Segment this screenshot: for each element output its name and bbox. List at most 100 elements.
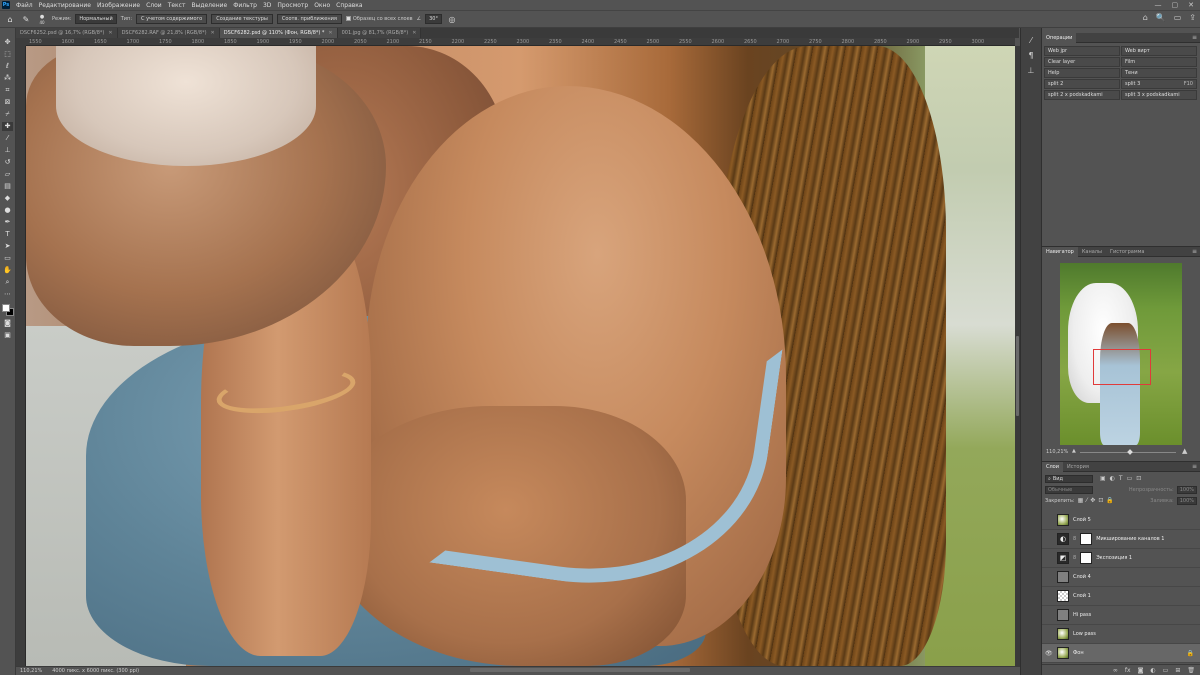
path-selection-tool-icon[interactable]: ➤ (2, 242, 13, 251)
angle-input[interactable]: 30° (425, 14, 442, 24)
layer-thumbnail[interactable]: ◐ (1057, 533, 1069, 545)
tab-histogram[interactable]: Гистограмма (1106, 249, 1149, 255)
move-tool-icon[interactable]: ✥ (2, 38, 13, 47)
layer-row[interactable]: ◐ 8 Микширование каналов 1 (1042, 530, 1200, 549)
opacity-input[interactable]: 100% (1176, 485, 1197, 494)
tab-history[interactable]: История (1063, 464, 1093, 470)
layer-thumbnail[interactable] (1057, 514, 1069, 526)
panel-menu-icon[interactable]: ≡ (1192, 463, 1197, 470)
status-zoom[interactable]: 110,21% (20, 668, 42, 674)
clone-source-icon[interactable]: ⊥ (1028, 66, 1035, 75)
slider-knob[interactable] (1127, 449, 1133, 455)
horizontal-ruler[interactable]: 1550 1600 1650 1700 1750 1800 1850 1900 1950 2000… (26, 38, 1015, 46)
new-group-icon[interactable]: ▭ (1163, 667, 1169, 674)
action-button[interactable]: split 3 x podskadkami (1121, 90, 1197, 100)
foreground-color-swatch[interactable] (1, 304, 10, 312)
eraser-tool-icon[interactable]: ▱ (2, 170, 13, 179)
home-icon[interactable]: ⌂ (4, 13, 16, 25)
eyedropper-tool-icon[interactable]: ⌿ (2, 110, 13, 119)
rectangle-tool-icon[interactable]: ▭ (2, 254, 13, 263)
menu-window[interactable]: Окно (311, 2, 333, 9)
zoom-out-icon[interactable]: ▲ (1072, 448, 1076, 454)
menu-help[interactable]: Справка (333, 2, 365, 9)
brush-tool-icon[interactable]: ⁄ (2, 134, 13, 143)
menu-view[interactable]: Просмотр (274, 2, 311, 9)
layer-style-icon[interactable]: fx (1125, 667, 1131, 674)
crop-tool-icon[interactable]: ⌗ (2, 86, 13, 95)
filter-type-icon[interactable]: T (1119, 475, 1123, 482)
action-button[interactable]: Film (1121, 57, 1197, 67)
lock-artboard-icon[interactable]: ⊡ (1098, 497, 1103, 504)
menu-file[interactable]: Файл (13, 2, 36, 9)
action-button[interactable]: Clear layer (1044, 57, 1120, 67)
action-button[interactable]: Тени (1121, 68, 1197, 78)
layer-row[interactable]: Low pass (1042, 625, 1200, 644)
menu-filter[interactable]: Фильтр (230, 2, 260, 9)
workspace-icon[interactable]: ▭ (1174, 13, 1182, 22)
close-button[interactable]: ✕ (1188, 1, 1194, 9)
content-aware-button[interactable]: С учетом содержимого (136, 14, 208, 24)
menu-image[interactable]: Изображение (94, 2, 143, 9)
clone-stamp-tool-icon[interactable]: ⊥ (2, 146, 13, 155)
layer-row[interactable]: ◩ 8 Экспозиция 1 (1042, 549, 1200, 568)
fill-input[interactable]: 100% (1176, 496, 1197, 505)
share-icon[interactable]: ⇪ (1189, 13, 1196, 22)
filter-smart-object-icon[interactable]: ⊡ (1136, 475, 1141, 482)
layer-row[interactable]: Слой 5 (1042, 511, 1200, 530)
screen-mode-icon[interactable]: ▣ (2, 331, 13, 340)
proximity-match-button[interactable]: Соотв. приближения (276, 14, 342, 24)
action-button[interactable]: split 2 x podskadkami (1044, 90, 1120, 100)
more-tools-icon[interactable]: ⋯ (2, 290, 13, 299)
filter-pixel-icon[interactable]: ▣ (1100, 475, 1106, 482)
dodge-tool-icon[interactable]: ● (2, 206, 13, 215)
pressure-size-icon[interactable]: ◎ (446, 13, 458, 25)
brush-size-picker[interactable]: ● 40 (36, 13, 48, 25)
action-button[interactable]: Help (1044, 68, 1120, 78)
minimize-button[interactable]: — (1155, 1, 1162, 9)
layer-thumbnail[interactable] (1057, 571, 1069, 583)
blur-tool-icon[interactable]: ◆ (2, 194, 13, 203)
healing-brush-tool-icon[interactable]: ✚ (2, 122, 13, 131)
layer-row[interactable]: 👁 Фон 🔒 (1042, 644, 1200, 663)
layer-thumbnail[interactable]: ◩ (1057, 552, 1069, 564)
menu-type[interactable]: Текст (165, 2, 189, 9)
navigator-thumbnail[interactable] (1060, 263, 1182, 445)
color-swatches[interactable] (1, 304, 14, 316)
layer-thumbnail[interactable] (1057, 609, 1069, 621)
new-adjustment-icon[interactable]: ◐ (1150, 667, 1155, 674)
tab-channels[interactable]: Каналы (1078, 249, 1106, 255)
pen-tool-icon[interactable]: ✒ (2, 218, 13, 227)
zoom-tool-icon[interactable]: ⌕ (2, 278, 13, 287)
paragraph-icon[interactable]: ¶ (1028, 51, 1033, 60)
menu-3d[interactable]: 3D (260, 2, 274, 9)
link-layers-icon[interactable]: ∞ (1113, 667, 1118, 674)
action-button[interactable]: split 2 (1044, 79, 1120, 89)
history-brush-tool-icon[interactable]: ↺ (2, 158, 13, 167)
search-icon[interactable]: 🔍 (1156, 13, 1166, 22)
navigator-zoom-value[interactable]: 110,21% (1046, 449, 1068, 455)
zoom-in-icon[interactable]: ▲ (1182, 447, 1187, 455)
quick-mask-icon[interactable]: ◙ (2, 319, 13, 328)
tab-dscf6282-psd[interactable]: DSCF6282.psd @ 110% (Фон, RGB/8*) * ✕ (219, 28, 338, 38)
document-canvas[interactable] (26, 46, 1015, 666)
navigator-zoom-slider[interactable] (1080, 449, 1176, 455)
tab-navigator[interactable]: Навигатор (1042, 246, 1078, 257)
sample-all-layers-checkbox[interactable]: Образец со всех слоев (345, 16, 413, 22)
vertical-ruler[interactable] (16, 46, 26, 666)
navigator-view-box[interactable] (1093, 349, 1151, 385)
marquee-tool-icon[interactable]: ⬚ (2, 50, 13, 59)
healing-brush-preset-icon[interactable]: ✎ (20, 13, 32, 25)
layer-row[interactable]: Hi pass (1042, 606, 1200, 625)
magic-wand-tool-icon[interactable]: ⁂ (2, 74, 13, 83)
scrollbar-thumb[interactable] (1016, 336, 1019, 416)
layer-row[interactable]: Слой 4 (1042, 568, 1200, 587)
brush-settings-icon[interactable]: ⁄ (1030, 36, 1031, 45)
action-button[interactable]: split 3 F10 (1121, 79, 1197, 89)
menu-select[interactable]: Выделение (188, 2, 230, 9)
add-mask-icon[interactable]: ◙ (1138, 667, 1144, 674)
menu-layers[interactable]: Слои (143, 2, 165, 9)
filter-shape-icon[interactable]: ▭ (1127, 475, 1133, 482)
layer-row[interactable]: Слой 1 (1042, 587, 1200, 606)
lock-position-icon[interactable]: ✥ (1090, 497, 1095, 504)
tab-actions[interactable]: Операции (1042, 32, 1077, 43)
